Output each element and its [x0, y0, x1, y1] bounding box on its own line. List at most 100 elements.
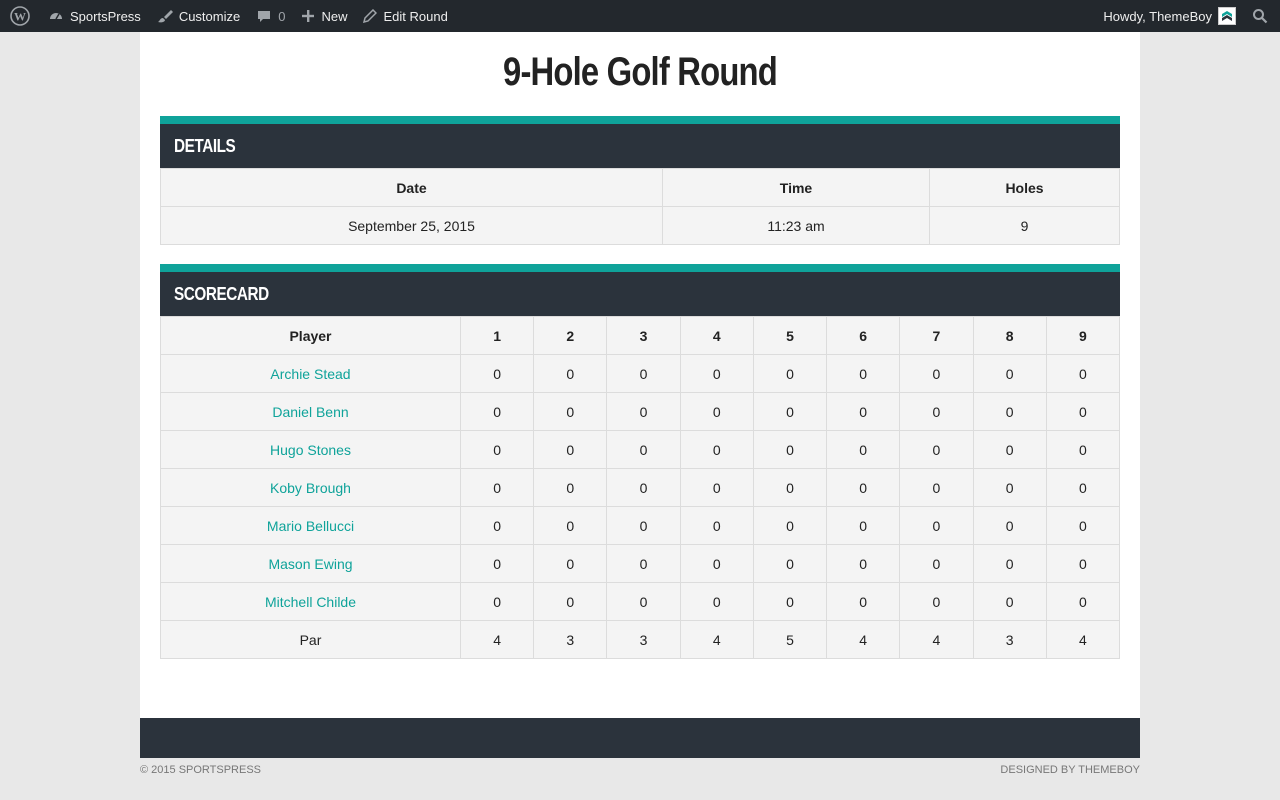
score-cell: 0: [899, 506, 974, 545]
customize-button[interactable]: Customize: [149, 0, 248, 32]
scorecard-table: Player 1 2 3 4 5 6 7 8 9 Archie Stead 0 0 0…: [160, 316, 1121, 659]
score-cell: 0: [606, 544, 681, 583]
score-cell: 0: [1045, 506, 1121, 545]
scorecard-header-row: Player 1 2 3 4 5 6 7 8 9: [160, 316, 1121, 355]
scorecard-col-hole: 2: [533, 316, 608, 355]
par-cell: 4: [679, 620, 754, 659]
howdy-label: Howdy, ThemeBoy: [1103, 8, 1212, 24]
player-link[interactable]: Mason Ewing: [268, 556, 352, 572]
score-cell: 0: [459, 392, 535, 431]
scorecard-col-hole: 8: [972, 316, 1047, 355]
player-cell: Koby Brough: [160, 468, 461, 507]
table-row: Koby Brough 0 0 0 0 0 0 0 0 0: [160, 468, 1121, 507]
details-col-time: Time: [662, 168, 930, 207]
player-cell: Mason Ewing: [160, 544, 461, 583]
player-link[interactable]: Hugo Stones: [270, 442, 351, 458]
par-cell: 3: [606, 620, 681, 659]
table-row: Mitchell Childe 0 0 0 0 0 0 0 0 0: [160, 582, 1121, 621]
footer-copyright: © 2015 SPORTSPRESS: [140, 764, 262, 776]
svg-text:W: W: [14, 10, 26, 24]
details-section: DETAILS Date Time Holes September 25, 20…: [160, 116, 1120, 245]
score-cell: 0: [679, 544, 754, 583]
footer-credit: DESIGNED BY THEMEBOY: [1000, 764, 1140, 776]
comments-button[interactable]: 0: [248, 0, 293, 32]
pencil-icon: [363, 9, 378, 23]
score-cell: 0: [679, 506, 754, 545]
score-cell: 0: [459, 430, 535, 469]
player-cell: Daniel Benn: [160, 392, 461, 431]
par-cell: 4: [459, 620, 535, 659]
score-cell: 0: [533, 430, 608, 469]
wordpress-icon: W: [10, 6, 30, 26]
score-cell: 0: [606, 430, 681, 469]
search-button[interactable]: [1244, 0, 1280, 32]
table-row: Mason Ewing 0 0 0 0 0 0 0 0 0: [160, 544, 1121, 583]
score-cell: 0: [679, 582, 754, 621]
score-cell: 0: [752, 430, 828, 469]
site-name-menu[interactable]: SportsPress: [40, 0, 149, 32]
score-cell: 0: [533, 468, 608, 507]
score-cell: 0: [1045, 430, 1121, 469]
score-cell: 0: [972, 392, 1047, 431]
score-cell: 0: [1045, 354, 1121, 393]
player-link[interactable]: Koby Brough: [270, 480, 351, 496]
player-link[interactable]: Archie Stead: [270, 366, 350, 382]
avatar: [1218, 7, 1236, 25]
score-cell: 0: [1045, 582, 1121, 621]
score-cell: 0: [899, 468, 974, 507]
player-link[interactable]: Mitchell Childe: [265, 594, 356, 610]
score-cell: 0: [826, 468, 901, 507]
new-label: New: [321, 8, 348, 24]
scorecard-heading-label: SCORECARD: [174, 284, 269, 304]
par-cell: 3: [972, 620, 1047, 659]
score-cell: 0: [826, 354, 901, 393]
details-heading-label: DETAILS: [174, 136, 236, 156]
edit-round-button[interactable]: Edit Round: [355, 0, 455, 32]
brush-icon: [157, 8, 173, 24]
score-cell: 0: [826, 544, 901, 583]
score-cell: 0: [972, 354, 1047, 393]
account-menu[interactable]: Howdy, ThemeBoy: [1095, 0, 1244, 32]
scorecard-col-hole: 6: [826, 316, 901, 355]
score-cell: 0: [533, 354, 608, 393]
score-cell: 0: [752, 354, 828, 393]
table-row: Archie Stead 0 0 0 0 0 0 0 0 0: [160, 354, 1121, 393]
player-link[interactable]: Daniel Benn: [272, 404, 348, 420]
customize-label: Customize: [178, 8, 241, 24]
scorecard-col-hole: 4: [679, 316, 754, 355]
table-row: Hugo Stones 0 0 0 0 0 0 0 0 0: [160, 430, 1121, 469]
player-cell: Mario Bellucci: [160, 506, 461, 545]
wordpress-logo-button[interactable]: W: [0, 0, 40, 32]
details-time: 11:23 am: [662, 206, 930, 245]
score-cell: 0: [752, 544, 828, 583]
score-cell: 0: [752, 468, 828, 507]
scorecard-col-hole: 3: [606, 316, 681, 355]
par-row: Par 4 3 3 4 5 4 4 3 4: [160, 620, 1121, 659]
score-cell: 0: [899, 392, 974, 431]
score-cell: 0: [459, 544, 535, 583]
score-cell: 0: [972, 506, 1047, 545]
comments-count: 0: [278, 8, 286, 24]
new-content-button[interactable]: New: [293, 0, 355, 32]
par-cell: 3: [533, 620, 608, 659]
dashboard-icon: [48, 8, 64, 24]
score-cell: 0: [972, 544, 1047, 583]
scorecard-col-hole: 9: [1045, 316, 1121, 355]
player-cell: Hugo Stones: [160, 430, 461, 469]
score-cell: 0: [1045, 468, 1121, 507]
par-cell: 4: [899, 620, 974, 659]
score-cell: 0: [826, 392, 901, 431]
player-link[interactable]: Mario Bellucci: [267, 518, 354, 534]
site-name-label: SportsPress: [70, 8, 141, 24]
scorecard-col-hole: 1: [459, 316, 535, 355]
plus-icon: [301, 9, 315, 23]
footer-bar: [140, 718, 1140, 758]
admin-bar: W SportsPress Customize 0 New Edit Round…: [0, 0, 1280, 32]
scorecard-col-hole: 5: [752, 316, 828, 355]
score-cell: 0: [1045, 544, 1121, 583]
score-cell: 0: [606, 582, 681, 621]
score-cell: 0: [899, 430, 974, 469]
details-heading: DETAILS: [160, 116, 1120, 168]
score-cell: 0: [533, 506, 608, 545]
player-cell: Mitchell Childe: [160, 582, 461, 621]
